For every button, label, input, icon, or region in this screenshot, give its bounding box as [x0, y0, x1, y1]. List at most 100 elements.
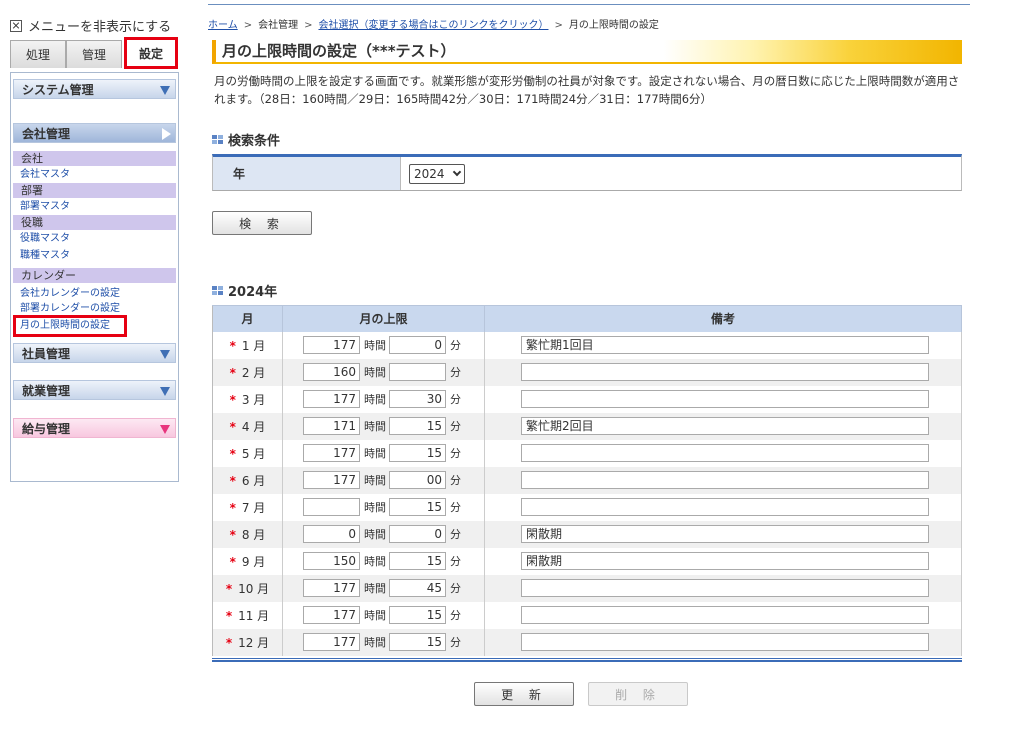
- col-month: 月: [212, 305, 283, 332]
- note-input[interactable]: [521, 363, 929, 381]
- tab-settings[interactable]: 設定: [124, 37, 178, 69]
- month-cell: * 10 月: [212, 574, 283, 602]
- minutes-input[interactable]: 15: [389, 633, 446, 651]
- breadcrumb-home[interactable]: ホーム: [208, 20, 238, 31]
- hours-input[interactable]: 177: [303, 471, 360, 489]
- triangle-down-icon: [160, 86, 170, 95]
- sidebar-link-monthly-limit[interactable]: 月の上限時間の設定: [13, 315, 127, 337]
- sidebar-section-salary[interactable]: 給与管理: [13, 418, 176, 438]
- note-input[interactable]: 繁忙期1回目: [521, 336, 929, 354]
- limit-cell: 177 時間 15 分: [282, 601, 485, 629]
- triangle-down-icon: [160, 387, 170, 396]
- minutes-input[interactable]: 15: [389, 552, 446, 570]
- triangle-down-icon: [160, 425, 170, 434]
- note-input[interactable]: [521, 444, 929, 462]
- minutes-input[interactable]: 30: [389, 390, 446, 408]
- section-label: 会社管理: [22, 126, 71, 141]
- minutes-input[interactable]: 15: [389, 498, 446, 516]
- category-department: 部署: [13, 183, 176, 198]
- sidebar-section-work[interactable]: 就業管理: [13, 380, 176, 400]
- note-input[interactable]: [521, 498, 929, 516]
- hour-unit: 時間: [364, 474, 386, 487]
- note-cell: [484, 493, 962, 521]
- required-mark: *: [229, 554, 236, 569]
- hours-input[interactable]: 177: [303, 390, 360, 408]
- note-cell: 閑散期: [484, 547, 962, 575]
- note-cell: [484, 466, 962, 494]
- minutes-input[interactable]: 15: [389, 417, 446, 435]
- note-input[interactable]: 繁忙期2回目: [521, 417, 929, 435]
- month-label: 11 月: [238, 608, 270, 623]
- month-label: 6 月: [241, 473, 266, 488]
- tab-manage[interactable]: 管理: [66, 40, 122, 68]
- minutes-input[interactable]: 15: [389, 444, 446, 462]
- hours-input[interactable]: 177: [303, 336, 360, 354]
- top-divider: [208, 4, 970, 5]
- hours-input[interactable]: 160: [303, 363, 360, 381]
- year-label: 年: [213, 157, 401, 190]
- sidebar-section-employee[interactable]: 社員管理: [13, 343, 176, 363]
- monthly-limit-table: 月 月の上限 備考 * 1 月 177 時間 0 分繁忙期1回目 * 2 月 160 時間分 * 3 …: [212, 305, 962, 656]
- sidebar-section-company[interactable]: 会社管理: [13, 123, 176, 143]
- minutes-input[interactable]: 0: [389, 336, 446, 354]
- limit-cell: 0 時間 0 分: [282, 520, 485, 548]
- category-company: 会社: [13, 151, 176, 166]
- note-input[interactable]: 閑散期: [521, 552, 929, 570]
- sidebar-link-department-calendar[interactable]: 部署カレンダーの設定: [11, 302, 178, 315]
- table-row: * 9 月 150 時間 15 分 閑散期: [212, 547, 962, 575]
- minutes-input[interactable]: 0: [389, 525, 446, 543]
- breadcrumb-company-select[interactable]: 会社選択（変更する場合はこのリンクをクリック）: [318, 20, 548, 31]
- limit-cell: 177 時間 45 分: [282, 574, 485, 602]
- month-cell: * 12 月: [212, 628, 283, 656]
- hour-unit: 時間: [364, 366, 386, 379]
- year-select[interactable]: 2024: [409, 163, 465, 184]
- sidebar-link-jobtype-master[interactable]: 職種マスタ: [11, 247, 178, 264]
- update-button[interactable]: 更 新: [474, 682, 574, 706]
- hours-input[interactable]: 0: [303, 525, 360, 543]
- sidebar-link-position-master[interactable]: 役職マスタ: [11, 230, 178, 247]
- note-input[interactable]: [521, 390, 929, 408]
- required-mark: *: [229, 419, 236, 434]
- month-cell: * 6 月: [212, 466, 283, 494]
- note-cell: [484, 358, 962, 386]
- table-row: * 3 月 177 時間 30 分: [212, 385, 962, 413]
- limit-cell: 177 時間 15 分: [282, 439, 485, 467]
- hours-input[interactable]: 171: [303, 417, 360, 435]
- sidebar-link-company-master[interactable]: 会社マスタ: [11, 166, 178, 183]
- tab-process[interactable]: 処理: [10, 40, 66, 68]
- note-input[interactable]: [521, 579, 929, 597]
- table-row: * 10 月 177 時間 45 分: [212, 574, 962, 602]
- note-input[interactable]: [521, 471, 929, 489]
- minutes-input[interactable]: [389, 363, 446, 381]
- hours-input[interactable]: [303, 498, 360, 516]
- hours-input[interactable]: 150: [303, 552, 360, 570]
- hours-input[interactable]: 177: [303, 606, 360, 624]
- minutes-input[interactable]: 15: [389, 606, 446, 624]
- toggle-menu-link[interactable]: メニューを非表示にする: [10, 16, 171, 35]
- minute-unit: 分: [450, 501, 461, 514]
- hours-input[interactable]: 177: [303, 579, 360, 597]
- hours-input[interactable]: 177: [303, 444, 360, 462]
- search-condition-box: 年 2024: [212, 154, 962, 191]
- sidebar-tabs: 処理 管理 設定: [10, 37, 180, 70]
- month-label: 7 月: [241, 500, 266, 515]
- note-cell: 繁忙期1回目: [484, 331, 962, 359]
- delete-button[interactable]: 削 除: [588, 682, 688, 706]
- sidebar-link-company-calendar[interactable]: 会社カレンダーの設定: [11, 285, 178, 302]
- note-cell: [484, 439, 962, 467]
- hours-input[interactable]: 177: [303, 633, 360, 651]
- note-input[interactable]: 閑散期: [521, 525, 929, 543]
- note-input[interactable]: [521, 606, 929, 624]
- hour-unit: 時間: [364, 636, 386, 649]
- hour-unit: 時間: [364, 582, 386, 595]
- month-label: 12 月: [238, 635, 270, 650]
- minute-unit: 分: [450, 609, 461, 622]
- month-label: 3 月: [241, 392, 266, 407]
- sidebar-section-system[interactable]: システム管理: [13, 79, 176, 99]
- sidebar-link-department-master[interactable]: 部署マスタ: [11, 198, 178, 215]
- minutes-input[interactable]: 00: [389, 471, 446, 489]
- note-input[interactable]: [521, 633, 929, 651]
- minutes-input[interactable]: 45: [389, 579, 446, 597]
- minute-unit: 分: [450, 636, 461, 649]
- search-button[interactable]: 検 索: [212, 211, 312, 235]
